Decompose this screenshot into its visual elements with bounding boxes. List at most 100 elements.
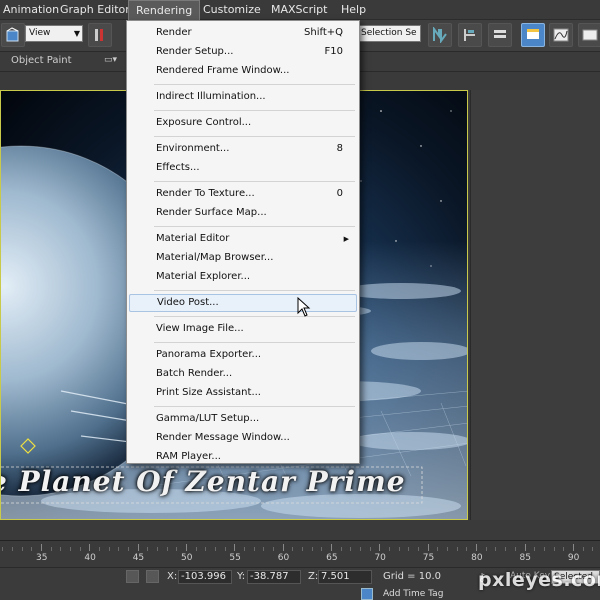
menu-item-material-explorer[interactable]: Material Explorer... (129, 268, 357, 286)
menu-maxscript[interactable]: MAXScript (264, 0, 334, 20)
named-selection-set-dropdown[interactable]: Selection Se (357, 25, 421, 42)
timeline-tick (21, 547, 23, 551)
reference-coordinate-value: View (29, 28, 51, 38)
menu-separator (154, 290, 355, 291)
ribbon-toggle-icon[interactable] (521, 23, 545, 47)
timeline-tick (447, 547, 449, 551)
timeline-frame-label: 85 (519, 553, 531, 563)
timeline-frame-label: 40 (84, 553, 96, 563)
time-slider-track[interactable]: 35404550556065707580859095 (0, 540, 600, 567)
menu-separator (154, 226, 355, 227)
menu-item-render-message-window[interactable]: Render Message Window... (129, 429, 357, 447)
timeline-tick (331, 544, 333, 551)
z-coordinate-label: Z: (308, 571, 319, 582)
menu-item-shortcut: 0 (336, 188, 343, 199)
schematic-view-icon[interactable] (578, 23, 600, 47)
align-icon[interactable] (458, 23, 482, 47)
menu-item-panorama-exporter[interactable]: Panorama Exporter... (129, 346, 357, 364)
timeline-tick (89, 544, 91, 551)
timeline-frame-label: 75 (422, 553, 435, 563)
menu-item-label: Panorama Exporter... (156, 349, 262, 360)
mouse-cursor-icon (297, 297, 311, 317)
menu-item-environment[interactable]: Environment... 8 (129, 140, 357, 158)
z-coordinate-field[interactable]: 7.501 (318, 570, 372, 584)
select-region-icon[interactable] (1, 23, 25, 47)
x-coordinate-field[interactable]: -103.996 (178, 570, 232, 584)
timeline-tick (311, 547, 313, 551)
pivot-center-icon[interactable] (88, 23, 112, 47)
menu-item-indirect-illumination[interactable]: Indirect Illumination... (129, 88, 357, 106)
menu-item-ram-player[interactable]: RAM Player... (129, 448, 357, 466)
timeline-tick (244, 547, 246, 551)
menu-item-label: Render Surface Map... (156, 207, 267, 218)
timeline-tick (176, 547, 178, 551)
timeline-tick (253, 547, 255, 551)
menu-item-video-post[interactable]: Video Post... (129, 294, 357, 312)
menu-item-gamma-lut-setup[interactable]: Gamma/LUT Setup... (129, 410, 357, 428)
timeline-tick (99, 547, 101, 551)
menu-item-view-image-file[interactable]: View Image File... (129, 320, 357, 338)
menu-item-rendered-frame-window[interactable]: Rendered Frame Window... (129, 62, 357, 80)
mirror-icon[interactable] (428, 23, 452, 47)
menu-item-effects[interactable]: Effects... (129, 159, 357, 177)
timeline-tick (563, 547, 565, 551)
menu-separator (154, 110, 355, 111)
chevron-down-icon: ▼ (73, 29, 80, 38)
menu-item-material-editor[interactable]: Material Editor ▶ (129, 230, 357, 248)
timeline-tick (205, 547, 207, 551)
curve-editor-icon[interactable] (549, 23, 573, 47)
menu-rendering[interactable]: Rendering (128, 0, 201, 20)
menu-item-material-map-browser[interactable]: Material/Map Browser... (129, 249, 357, 267)
timeline-frame-label: 80 (471, 553, 483, 563)
timeline-tick (186, 544, 188, 551)
timeline-tick (263, 547, 265, 551)
reference-coordinate-dropdown[interactable]: View ▼ (25, 25, 83, 42)
y-coordinate-field[interactable]: -38.787 (247, 570, 301, 584)
menu-separator (154, 316, 355, 317)
timeline-tick (215, 547, 217, 551)
timeline-tick (437, 547, 439, 551)
timeline-tick (79, 547, 81, 551)
timeline-tick (379, 544, 381, 551)
timeline-tick (50, 547, 52, 551)
ribbon-tab-object-paint[interactable]: Object Paint (11, 55, 72, 66)
timeline-tick (166, 547, 168, 551)
timeline-tick (234, 544, 236, 551)
menu-item-label: Indirect Illumination... (156, 91, 266, 102)
lock-icon[interactable] (126, 570, 139, 583)
timeline-frame-label: 70 (374, 553, 386, 563)
timeline-tick (456, 547, 458, 551)
menu-item-render-surface-map[interactable]: Render Surface Map... (129, 204, 357, 222)
menu-item-label: Render Message Window... (156, 432, 290, 443)
timeline-tick (553, 547, 555, 551)
timeline-tick (2, 547, 4, 551)
menu-item-print-size-assistant[interactable]: Print Size Assistant... (129, 384, 357, 402)
menu-help[interactable]: Help (334, 0, 373, 20)
named-selection-set-value: Selection Se (361, 28, 417, 38)
timeline-tick (157, 547, 159, 551)
timeline-tick (389, 547, 391, 551)
menu-item-label: Exposure Control... (156, 117, 252, 128)
timeline-tick (350, 547, 352, 551)
x-coordinate-label: X: (167, 571, 178, 582)
menu-item-label: Material Explorer... (156, 271, 251, 282)
menu-item-render-setup[interactable]: Render Setup... F10 (129, 43, 357, 61)
menu-item-batch-render[interactable]: Batch Render... (129, 365, 357, 383)
menu-customize[interactable]: Customize (196, 0, 268, 20)
menu-separator (154, 406, 355, 407)
timeline-tick (41, 544, 42, 551)
timeline-frame-label: 90 (567, 553, 580, 563)
absolute-mode-icon[interactable] (146, 570, 159, 583)
menu-item-render-to-texture[interactable]: Render To Texture... 0 (129, 185, 357, 203)
timeline-tick (572, 544, 574, 551)
timeline-tick (427, 544, 429, 551)
add-time-tag-label: Add Time Tag (383, 589, 444, 599)
layer-manager-icon[interactable] (488, 23, 512, 47)
ribbon-options-icon[interactable]: ▭▾ (104, 55, 117, 65)
add-time-tag-button[interactable]: Add Time Tag (361, 587, 443, 600)
menu-item-exposure-control[interactable]: Exposure Control... (129, 114, 357, 132)
menu-item-render[interactable]: Render Shift+Q (129, 24, 357, 42)
menu-item-label: Effects... (156, 162, 200, 173)
menu-item-label: RAM Player... (156, 451, 221, 462)
timeline-tick (292, 547, 294, 551)
